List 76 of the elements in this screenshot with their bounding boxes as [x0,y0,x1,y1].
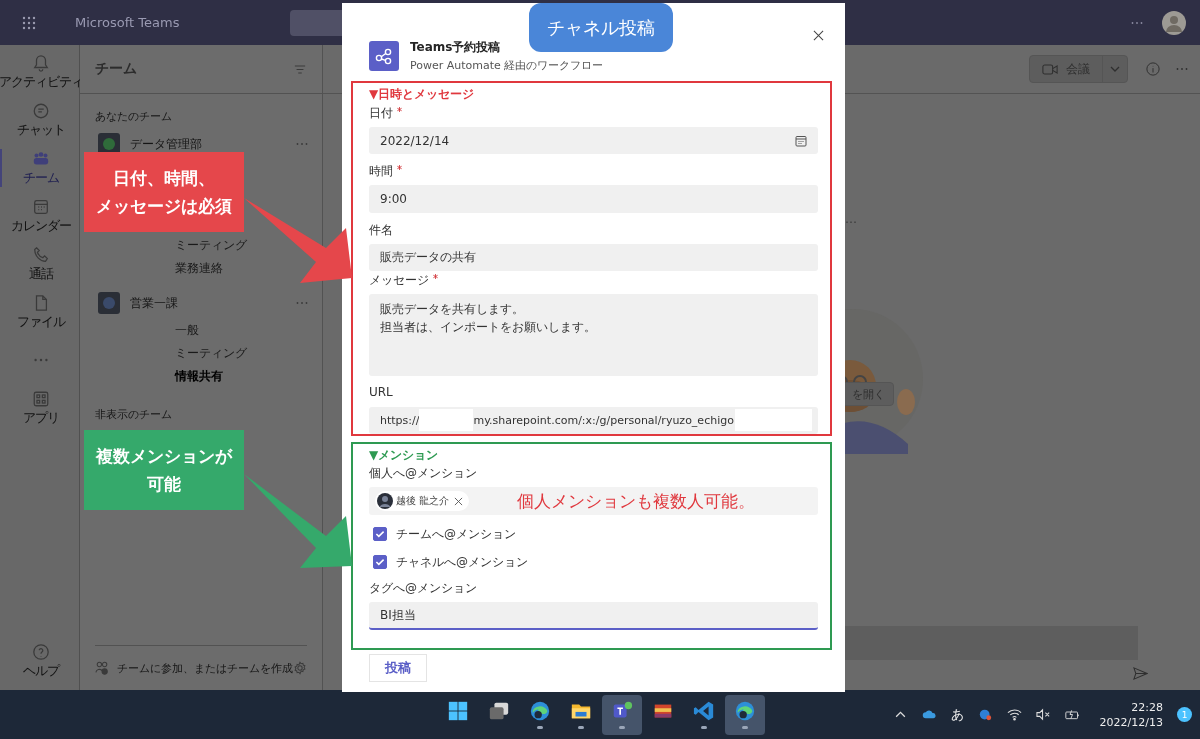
url-text: my.sharepoint.com/:x:/g/personal/ryuzo_echigo [473,413,734,427]
message-field[interactable]: 販売データを共有します。 担当者は、インポートをお願いします。 [369,293,818,377]
truncated-text: … [845,212,857,226]
battery-icon[interactable] [1064,708,1080,721]
callout-box: 日付、時間、 メッセージは必須 [84,152,244,232]
checkbox[interactable]: チームへ@メンション [369,525,818,543]
join-team-link[interactable]: チームに参加、またはチームを作成 [95,660,293,676]
notification-badge[interactable]: 1 [1177,707,1192,722]
field-label: URL [369,385,393,400]
field-label: タグへ@メンション [369,580,477,597]
rail-item[interactable]: チャット [0,101,79,139]
team-avatar [98,133,120,155]
section-heading: ▼日時とメッセージ [369,86,476,103]
person-chip[interactable]: 越後 龍之介 [375,491,470,511]
taskbar-app[interactable] [725,694,765,735]
close-icon[interactable] [813,30,824,41]
cloud-icon[interactable] [921,708,937,721]
wifi-icon[interactable] [1006,708,1022,721]
channel-item[interactable]: ミーティング [175,344,247,362]
field-label: メッセージ [369,271,429,289]
taskview-icon[interactable] [488,700,510,722]
channel-item[interactable]: 情報共有 [175,367,223,385]
annotation-text: 個人メンションも複数人可能。 [517,489,756,513]
team-name[interactable]: 営業一課 [130,294,178,312]
checkmark-icon [374,556,386,568]
input-field[interactable]: BI担当 [369,602,818,630]
help-button[interactable]: ヘルプ [0,642,79,680]
channel-item[interactable]: 業務連絡 [175,259,223,277]
code-icon[interactable] [693,700,715,722]
app-title: Microsoft Teams [75,15,181,30]
calendar-icon[interactable] [795,134,807,147]
field-label: 個人へ@メンション [369,465,477,482]
checkbox[interactable]: チャネルへ@メンション [369,553,818,571]
more-icon[interactable] [1176,67,1188,71]
rail-item[interactable]: ファイル [0,293,79,331]
field-label: 件名 [369,221,393,239]
share-icon [369,41,399,71]
url-text: https:// [380,413,420,427]
callout-box: 複数メンションが 可能 [84,430,244,510]
input-field[interactable]: 販売データの共有 [369,243,818,271]
banner-label: チャネル投稿 [529,3,673,52]
required-mark-icon [397,107,402,112]
send-icon[interactable] [1133,666,1148,681]
channel-item[interactable]: 一般 [175,321,199,339]
taskbar-app[interactable] [602,694,642,735]
more-icon[interactable] [1131,20,1143,25]
muted-speaker-icon[interactable] [1035,708,1051,721]
ime-indicator[interactable]: あ [950,705,964,724]
rail-item[interactable]: カレンダー [0,197,79,235]
edge-icon[interactable] [529,700,551,722]
required-mark-icon [397,165,402,171]
edge-icon[interactable] [734,700,756,722]
rail-item[interactable]: 通話 [0,245,79,283]
panel-title: チーム [95,60,137,78]
rail-item[interactable]: アプリ [0,389,79,427]
section-heading: ▼メンション [369,447,440,464]
channel-item[interactable]: ミーティング [175,236,247,254]
section-label: あなたのチーム [95,109,173,124]
close-icon[interactable] [454,496,464,506]
post-button[interactable]: 投稿 [369,654,427,682]
app-launcher-icon[interactable] [22,15,36,30]
avatar [377,493,393,509]
field-label: 日付 [369,105,393,122]
clock[interactable]: 22:28 2022/12/13 [1099,699,1163,730]
required-mark-icon [433,273,438,279]
team-avatar [98,292,120,314]
section-label: 非表示のチーム [95,407,173,422]
input-field[interactable]: 9:00 [369,185,818,213]
dialog-title: Teams予約投稿 [410,39,502,56]
start-icon[interactable] [447,700,469,722]
date-field[interactable]: 2022/12/14 [369,127,818,155]
dialog-subtitle: Power Automate 経由のワークフロー [410,58,604,73]
avatar[interactable] [1162,10,1186,35]
team-name[interactable]: データ管理部 [130,135,202,153]
checkmark-icon [374,528,386,540]
field-label: 時間 [369,163,393,181]
